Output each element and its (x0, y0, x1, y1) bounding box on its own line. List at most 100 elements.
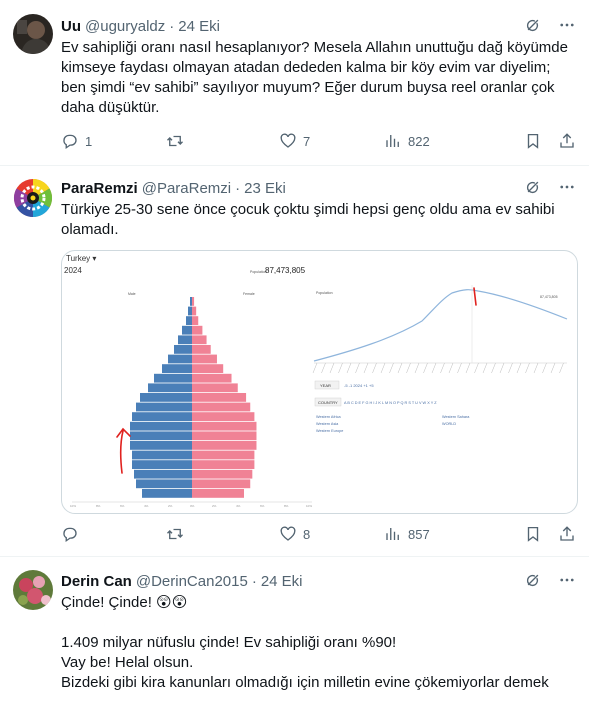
reply-icon (63, 134, 77, 150)
pyramid-bar-female (192, 402, 251, 412)
tweet-text: Türkiye 25-30 sene önce çocuk çoktu şimd… (61, 201, 555, 238)
pyramid-bar-male (136, 479, 192, 489)
media-population-value: 87,473,805 (265, 266, 306, 275)
views-button[interactable]: 857 (384, 525, 494, 543)
tweet-3[interactable]: Derin Can @DerinCan2015 · 24 Eki Çinde! … (0, 557, 589, 704)
more-icon[interactable] (558, 178, 576, 196)
bookmark-icon[interactable] (524, 525, 542, 543)
pyramid-bar-female (192, 479, 251, 489)
bookmark-icon[interactable] (524, 132, 542, 150)
pyramid-bar-male (132, 460, 192, 469)
year-axis-tick (372, 362, 377, 374)
year-axis-tick (346, 362, 352, 374)
svg-text:8%: 8% (96, 504, 101, 508)
year-axis-tick (431, 362, 437, 374)
views-button[interactable]: 822 (384, 132, 494, 150)
year-stepper: -5 -1 2024 +1 +5 (344, 383, 374, 388)
display-name[interactable]: ParaRemzi (61, 180, 138, 197)
pyramid-bar-female (192, 306, 197, 316)
retweet-button[interactable] (166, 525, 279, 543)
avatar[interactable] (13, 570, 53, 610)
pyramid-bar-female (192, 431, 257, 441)
grok-icon[interactable] (524, 571, 542, 589)
pyramid-bar-male (142, 489, 192, 498)
share-icon[interactable] (558, 132, 576, 150)
year-axis-tick (499, 362, 505, 374)
display-name[interactable]: Derin Can (61, 573, 132, 590)
pyramid-bar-female (192, 469, 253, 479)
timestamp[interactable]: 23 Eki (244, 180, 286, 197)
views-icon (386, 528, 399, 540)
media-year-label: 2024 (64, 266, 82, 275)
reply-button[interactable] (61, 525, 166, 543)
svg-text:6%: 6% (260, 504, 265, 508)
user-handle[interactable]: @DerinCan2015 (136, 573, 248, 590)
views-icon (386, 135, 399, 147)
tweet-1[interactable]: Uu @uguryaldz · 24 Eki Ev sahipliği oran… (0, 0, 589, 166)
media-male-label: Male (128, 292, 136, 296)
pyramid-bar-female (192, 316, 199, 325)
pyramid-bar-male (174, 345, 192, 354)
year-axis-tick (457, 362, 462, 374)
annotation-arrow (116, 427, 131, 474)
svg-text:8%: 8% (284, 504, 289, 508)
pyramid-bar-female (192, 460, 255, 469)
user-handle[interactable]: @ParaRemzi (142, 180, 231, 197)
reply-button[interactable]: 1 (61, 132, 166, 150)
like-button[interactable]: 7 (279, 132, 384, 150)
tweet-media-image[interactable]: Turkey ▾ 2024 Population 87,473,805 Male… (61, 250, 578, 514)
svg-text:6%: 6% (120, 504, 125, 508)
avatar[interactable] (13, 178, 53, 218)
year-axis-tick (550, 362, 556, 374)
timestamp[interactable]: 24 Eki (261, 573, 303, 590)
reply-count: 1 (85, 133, 93, 149)
like-button[interactable]: 8 (279, 525, 384, 543)
separator: · (169, 17, 175, 35)
year-axis-tick (465, 362, 471, 374)
pyramid-bar-female (192, 345, 211, 354)
tweet-2[interactable]: ParaRemzi @ParaRemzi · 23 Eki Türkiye 25… (0, 166, 589, 557)
pyramid-bar-male (182, 325, 192, 335)
display-name[interactable]: Uu (61, 18, 81, 35)
pyramid-bar-female (192, 354, 217, 364)
pyramid-bar-male (130, 441, 192, 450)
retweet-icon (167, 528, 183, 540)
like-icon (280, 526, 296, 541)
svg-text:4%: 4% (144, 504, 149, 508)
pyramid-bar-female (192, 393, 247, 402)
pyramid-bar-female (192, 335, 207, 345)
timestamp[interactable]: 24 Eki (178, 18, 220, 35)
reply-icon (63, 527, 77, 543)
region-link: Western Asia (316, 422, 339, 426)
line-chart-label: Population (316, 291, 333, 295)
grok-icon[interactable] (524, 16, 542, 34)
retweet-button[interactable] (166, 132, 279, 150)
pyramid-bar-female (192, 441, 257, 450)
year-axis-tick (414, 362, 420, 374)
svg-text:0%: 0% (190, 504, 195, 508)
pyramid-bar-female (192, 383, 238, 393)
more-icon[interactable] (558, 571, 576, 589)
population-line-chart: Population 87,473,805 (312, 285, 568, 374)
year-axis-tick (559, 362, 564, 374)
like-count: 7 (303, 133, 311, 149)
pyramid-bar-female (192, 325, 203, 335)
like-count: 8 (303, 526, 311, 542)
svg-text:2%: 2% (212, 504, 217, 508)
share-icon[interactable] (558, 525, 576, 543)
user-handle[interactable]: @uguryaldz (85, 18, 165, 35)
more-icon[interactable] (558, 16, 576, 34)
year-axis-tick (491, 362, 496, 374)
separator: · (251, 572, 257, 590)
pyramid-bar-male (148, 383, 192, 393)
year-axis-tick (389, 362, 394, 374)
like-icon (280, 133, 296, 148)
pyramid-bar-male (190, 297, 192, 306)
pyramid-bar-male (162, 364, 192, 373)
avatar[interactable] (13, 14, 53, 54)
region-link: Western Sahara (442, 415, 470, 419)
year-axis-tick (516, 362, 522, 374)
year-axis-tick (525, 362, 530, 374)
grok-icon[interactable] (524, 178, 542, 196)
svg-text:10%: 10% (306, 504, 312, 508)
